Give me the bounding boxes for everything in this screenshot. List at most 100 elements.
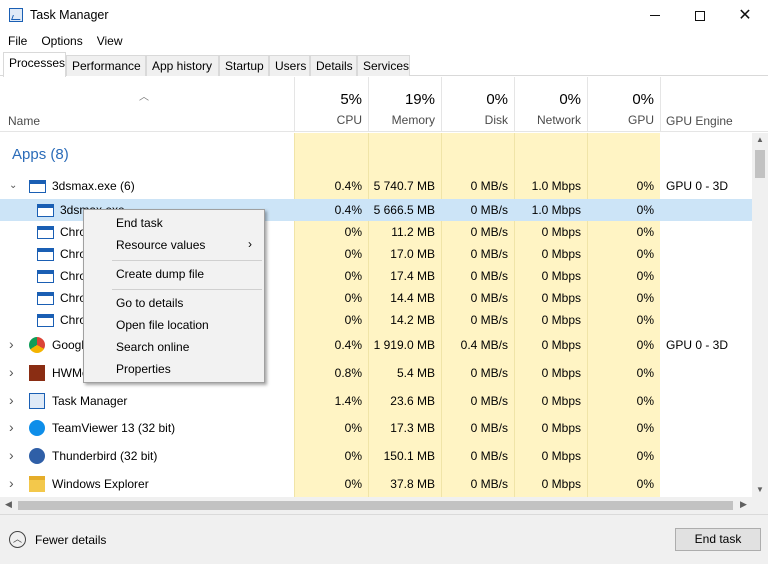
ctx-search-online[interactable]: Search online [116, 340, 189, 354]
disk-value: 0 MB/s [470, 247, 508, 261]
tab-services[interactable]: Services [357, 55, 410, 76]
cpu-value: 0% [344, 247, 362, 261]
chrome-icon [29, 337, 45, 353]
tab-users[interactable]: Users [269, 55, 310, 76]
end-task-button[interactable]: End task [675, 528, 761, 551]
task-manager-icon [29, 393, 45, 409]
vertical-scrollbar[interactable]: ▲ ▼ [752, 133, 768, 497]
tab-startup[interactable]: Startup [219, 55, 269, 76]
title-bar: Task Manager ✕ [0, 0, 768, 31]
tab-performance[interactable]: Performance [66, 55, 146, 76]
process-name: 3dsmax.exe (6) [52, 179, 135, 193]
ctx-end-task[interactable]: End task [116, 216, 163, 230]
column-header-memory[interactable]: 19% Memory [368, 77, 441, 132]
cpu-value: 0.4% [334, 203, 362, 217]
ctx-properties[interactable]: Properties [116, 362, 171, 376]
network-value: 0 Mbps [541, 313, 581, 327]
column-header-name[interactable]: Name [8, 114, 40, 128]
memory-total-percent: 19% [404, 91, 435, 108]
chevron-right-icon[interactable]: › [9, 364, 14, 380]
column-header-disk[interactable]: 0% Disk [441, 77, 514, 132]
cpu-value: 0% [344, 225, 362, 239]
window-icon [37, 292, 54, 305]
disk-value: 0 MB/s [470, 421, 508, 435]
disk-value: 0 MB/s [470, 449, 508, 463]
ctx-open-file-location[interactable]: Open file location [116, 318, 209, 332]
horizontal-scroll-thumb[interactable] [18, 501, 733, 510]
folder-icon [29, 476, 45, 492]
network-value: 0 Mbps [541, 247, 581, 261]
gpu-value: 0% [636, 269, 654, 283]
column-header-network[interactable]: 0% Network [514, 77, 587, 132]
menu-view[interactable]: View [89, 31, 129, 51]
cpu-value: 0% [344, 313, 362, 327]
scroll-down-icon[interactable]: ▼ [756, 485, 764, 494]
window-icon [37, 314, 54, 327]
gpu-value: 0% [636, 291, 654, 305]
menu-file[interactable]: File [0, 31, 33, 51]
chevron-right-icon[interactable]: › [9, 475, 14, 491]
memory-value: 14.4 MB [390, 291, 435, 305]
network-value: 1.0 Mbps [531, 203, 581, 217]
cpu-total-percent: 5% [340, 91, 362, 108]
gpu-value: 0% [636, 366, 654, 380]
scroll-up-icon[interactable]: ▲ [756, 135, 764, 144]
vertical-scroll-thumb[interactable] [755, 150, 765, 178]
gpu-value: 0% [636, 449, 654, 463]
tab-processes[interactable]: Processes [3, 52, 66, 77]
chevron-right-icon[interactable]: › [9, 447, 14, 463]
memory-value: 14.2 MB [390, 313, 435, 327]
cpu-value: 0.4% [334, 179, 362, 193]
cpu-value: 0% [344, 421, 362, 435]
network-value: 0 Mbps [541, 421, 581, 435]
horizontal-scrollbar[interactable]: ◀ ▶ [0, 497, 752, 514]
network-value: 0 Mbps [541, 366, 581, 380]
disk-value: 0 MB/s [470, 366, 508, 380]
tab-app-history[interactable]: App history [146, 55, 219, 76]
table-row[interactable]: ⌄ 3dsmax.exe (6) 0.4% 5 740.7 MB 0 MB/s 1.0 M… [0, 173, 752, 198]
network-value: 0 Mbps [541, 269, 581, 283]
submenu-arrow-icon: › [248, 237, 252, 251]
memory-value: 150.1 MB [383, 449, 435, 463]
cpu-value: 0% [344, 477, 362, 491]
gpu-value: 0% [636, 394, 654, 408]
cpu-value: 0% [344, 449, 362, 463]
fewer-details-link[interactable]: Fewer details [35, 533, 106, 547]
ctx-create-dump-file[interactable]: Create dump file [116, 267, 204, 281]
maximize-button[interactable] [677, 0, 723, 31]
close-button[interactable]: ✕ [722, 0, 768, 31]
gpu-engine-value: GPU 0 - 3D [666, 179, 729, 193]
column-header-gpu[interactable]: 0% GPU [587, 77, 660, 132]
disk-value: 0 MB/s [470, 179, 508, 193]
tab-details[interactable]: Details [310, 55, 357, 76]
chevron-right-icon[interactable]: › [9, 336, 14, 352]
network-value: 0 Mbps [541, 291, 581, 305]
ctx-go-to-details[interactable]: Go to details [116, 296, 183, 310]
memory-value: 17.3 MB [390, 421, 435, 435]
process-name: Thunderbird (32 bit) [52, 449, 158, 463]
window-icon [29, 180, 46, 193]
network-value: 0 Mbps [541, 449, 581, 463]
column-header-cpu[interactable]: 5% CPU [294, 77, 368, 132]
memory-value: 5 666.5 MB [373, 203, 435, 217]
memory-label: Memory [391, 113, 435, 127]
memory-value: 5 740.7 MB [373, 179, 435, 193]
menu-options[interactable]: Options [33, 31, 88, 51]
ctx-resource-values[interactable]: Resource values [116, 238, 205, 252]
chevron-right-icon[interactable]: › [9, 392, 14, 408]
chevron-up-icon[interactable]: ︿ [9, 531, 26, 548]
context-menu: End task Resource values › Create dump f… [83, 209, 265, 383]
chevron-right-icon[interactable]: › [9, 419, 14, 435]
table-row[interactable]: › TeamViewer 13 (32 bit) 0% 17.3 MB 0 MB/s 0 … [0, 414, 752, 442]
scroll-left-icon[interactable]: ◀ [5, 499, 12, 510]
minimize-button[interactable] [632, 0, 678, 31]
table-row[interactable]: › Thunderbird (32 bit) 0% 150.1 MB 0 MB/s 0 M… [0, 442, 752, 470]
group-apps: Apps (8) [12, 146, 69, 163]
scroll-right-icon[interactable]: ▶ [740, 499, 747, 510]
chevron-down-icon[interactable]: ⌄ [9, 180, 17, 191]
disk-value: 0.4 MB/s [460, 338, 508, 352]
network-value: 1.0 Mbps [531, 179, 581, 193]
table-row[interactable]: › Task Manager 1.4% 23.6 MB 0 MB/s 0 Mbps 0% [0, 387, 752, 415]
disk-value: 0 MB/s [470, 313, 508, 327]
table-row[interactable]: › Windows Explorer 0% 37.8 MB 0 MB/s 0 Mbps 0% [0, 470, 752, 497]
